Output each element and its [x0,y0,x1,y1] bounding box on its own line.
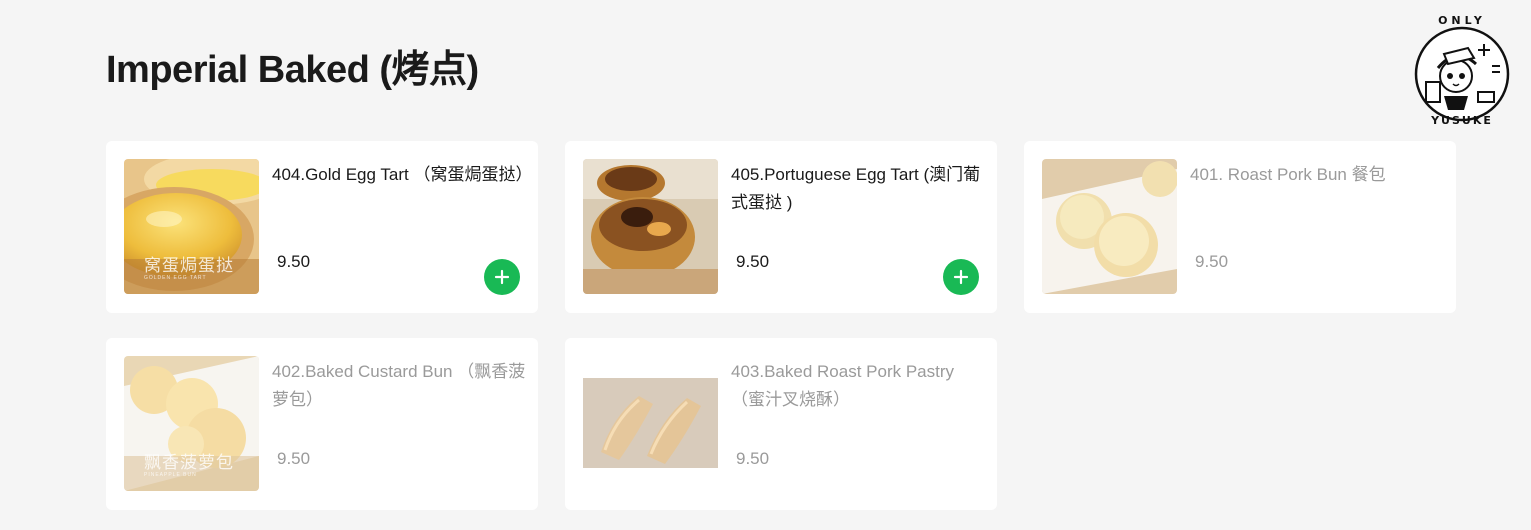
menu-item-card[interactable]: 405.Portuguese Egg Tart (澳门葡式蛋挞 ) 9.50 [565,141,997,313]
roast-pork-bun-image [1042,159,1177,294]
menu-item-card[interactable]: 飘香菠萝包 PINEAPPLE BUN 402.Baked Custard Bu… [106,338,538,510]
only-yusuke-logo-icon: ONLY YUSUKE [1404,10,1520,127]
thumb-caption: 窝蛋焗蛋挞 [144,256,234,276]
add-to-cart-button[interactable] [943,259,979,295]
menu-item-card[interactable]: 401. Roast Pork Bun 餐包 9.50 [1024,141,1456,313]
svg-text:YUSUKE: YUSUKE [1430,114,1493,126]
item-name: 401. Roast Pork Bun 餐包 [1190,165,1386,184]
item-name: 404.Gold Egg Tart （窝蛋焗蛋挞） [272,165,533,184]
category-title: Imperial Baked (烤点) [106,49,479,91]
plus-icon [494,269,510,285]
portuguese-egg-tart-image [583,159,718,294]
item-price: 9.50 [736,252,770,271]
item-name: 402.Baked Custard Bun （飘香菠萝包） [272,362,526,409]
baked-roast-pork-pastry-image [583,356,718,491]
baked-custard-bun-image: 飘香菠萝包 PINEAPPLE BUN [124,356,259,491]
item-price: 9.50 [736,449,770,468]
menu-item-card[interactable]: 403.Baked Roast Pork Pastry（蜜汁叉烧酥） 9.50 [565,338,997,510]
plus-icon [953,269,969,285]
menu-item-card[interactable]: 窝蛋焗蛋挞 GOLDEN EGG TART 404.Gold Egg Tart … [106,141,538,313]
thumb-caption: 飘香菠萝包 [144,453,234,473]
add-to-cart-button[interactable] [484,259,520,295]
item-name: 403.Baked Roast Pork Pastry（蜜汁叉烧酥） [731,362,955,409]
item-price: 9.50 [277,252,311,271]
svg-text:ONLY: ONLY [1438,14,1486,27]
item-name: 405.Portuguese Egg Tart (澳门葡式蛋挞 ) [731,165,981,212]
thumb-subcaption: PINEAPPLE BUN [144,472,197,478]
menu-page: Imperial Baked (烤点) ONLY YUSUKE 窝蛋焗蛋挞 GO… [0,0,1531,530]
gold-egg-tart-image: 窝蛋焗蛋挞 GOLDEN EGG TART [124,159,259,294]
item-price: 9.50 [277,449,311,468]
thumb-subcaption: GOLDEN EGG TART [144,275,207,281]
item-price: 9.50 [1195,252,1229,271]
